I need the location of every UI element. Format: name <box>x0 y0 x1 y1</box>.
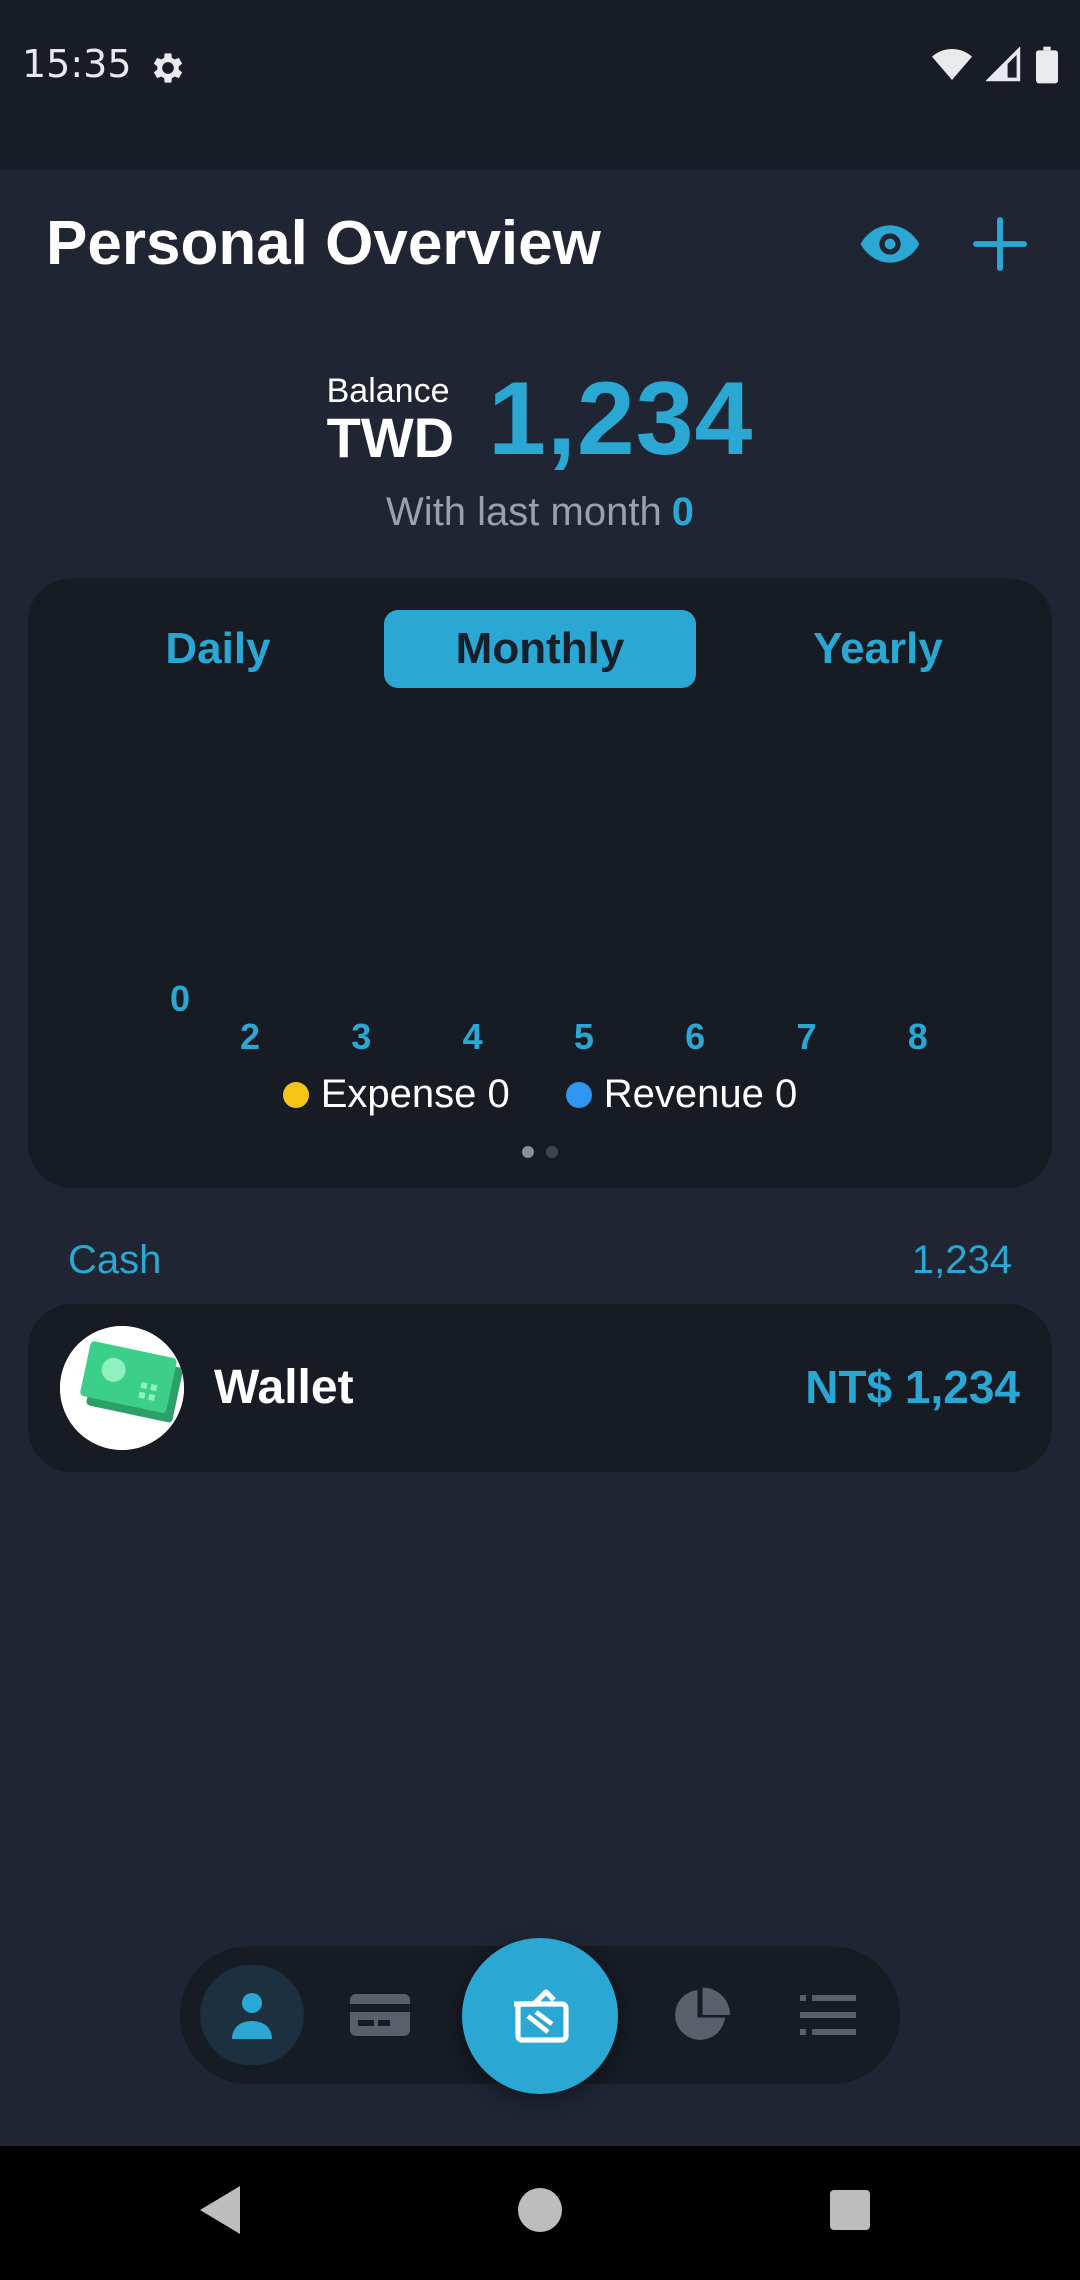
wifi-icon <box>932 48 972 87</box>
plus-icon <box>973 217 1027 271</box>
tab-daily[interactable]: Daily <box>118 610 318 688</box>
add-button[interactable] <box>968 212 1032 276</box>
account-name: Wallet <box>214 1361 354 1414</box>
x-tick-label: 6 <box>685 1016 706 1057</box>
chart-card[interactable]: Daily Monthly Yearly 0 2 3 4 5 6 7 8 Expense 0… <box>28 578 1052 1188</box>
page-title: Personal Overview <box>46 209 601 278</box>
last-month-label: With last month <box>386 490 662 534</box>
toggle-visibility-button[interactable] <box>858 212 922 276</box>
status-bar: 15:35 <box>0 0 1080 170</box>
tab-monthly[interactable]: Monthly <box>384 610 696 688</box>
legend-expense: Expense 0 <box>282 1072 510 1117</box>
eye-icon <box>860 225 920 263</box>
status-time: 15:35 <box>22 42 132 86</box>
x-tick-label: 8 <box>907 1016 928 1057</box>
home-icon[interactable] <box>518 2188 562 2232</box>
nav-menu-button[interactable] <box>776 1965 880 2065</box>
add-transaction-button[interactable] <box>462 1938 618 2094</box>
page-dot <box>546 1146 558 1158</box>
signal-icon <box>985 46 1022 88</box>
legend-revenue: Revenue 0 <box>565 1072 798 1117</box>
card-icon <box>350 1994 410 2036</box>
legend-revenue-label: Revenue 0 <box>603 1072 798 1116</box>
section-total-cash: 1,234 <box>911 1238 1012 1282</box>
legend-expense-label: Expense 0 <box>320 1072 510 1116</box>
x-tick-label: 4 <box>462 1016 483 1057</box>
period-tabs: Daily Monthly Yearly <box>28 610 1052 688</box>
chart-legend: Expense 0 Revenue 0 <box>28 1072 1052 1117</box>
account-amount: NT$ 1,234 <box>805 1361 1020 1413</box>
x-tick-label: 2 <box>239 1016 261 1057</box>
balance-label: Balance <box>326 371 450 410</box>
back-icon[interactable] <box>200 2186 244 2239</box>
balance-amount: 1,234 <box>488 361 754 477</box>
last-month-value: 0 <box>671 490 694 534</box>
settings-gear-icon <box>148 48 188 88</box>
tab-yearly[interactable]: Yearly <box>748 610 1008 688</box>
page-indicator <box>28 1146 1052 1158</box>
system-navigation-bar <box>0 2146 1080 2280</box>
nav-cards-button[interactable] <box>328 1965 432 2065</box>
page-dot-active <box>522 1146 534 1158</box>
balance-summary: Balance TWD 1,234 <box>0 360 1080 479</box>
x-tick-label: 7 <box>796 1016 817 1057</box>
y-tick-zero: 0 <box>170 978 191 1019</box>
profile-icon <box>232 1993 272 2039</box>
last-month-comparison: With last month 0 <box>0 490 1080 535</box>
add-transaction-icon <box>514 1989 569 2043</box>
recents-icon[interactable] <box>830 2190 870 2230</box>
battery-icon <box>1036 46 1058 89</box>
balance-currency: TWD <box>326 405 455 469</box>
pie-chart-icon <box>675 1987 730 2040</box>
revenue-dot <box>565 1081 592 1108</box>
nav-statistics-button[interactable] <box>648 1965 752 2065</box>
section-label-cash: Cash <box>68 1238 162 1282</box>
account-item-wallet[interactable]: Wallet NT$ 1,234 <box>28 1304 1052 1472</box>
cash-icon <box>60 1326 184 1450</box>
x-tick-label: 3 <box>351 1016 372 1057</box>
expense-dot <box>282 1081 309 1108</box>
nav-profile-button[interactable] <box>200 1965 304 2065</box>
menu-icon <box>800 1995 856 2035</box>
x-tick-label: 5 <box>573 1016 594 1057</box>
